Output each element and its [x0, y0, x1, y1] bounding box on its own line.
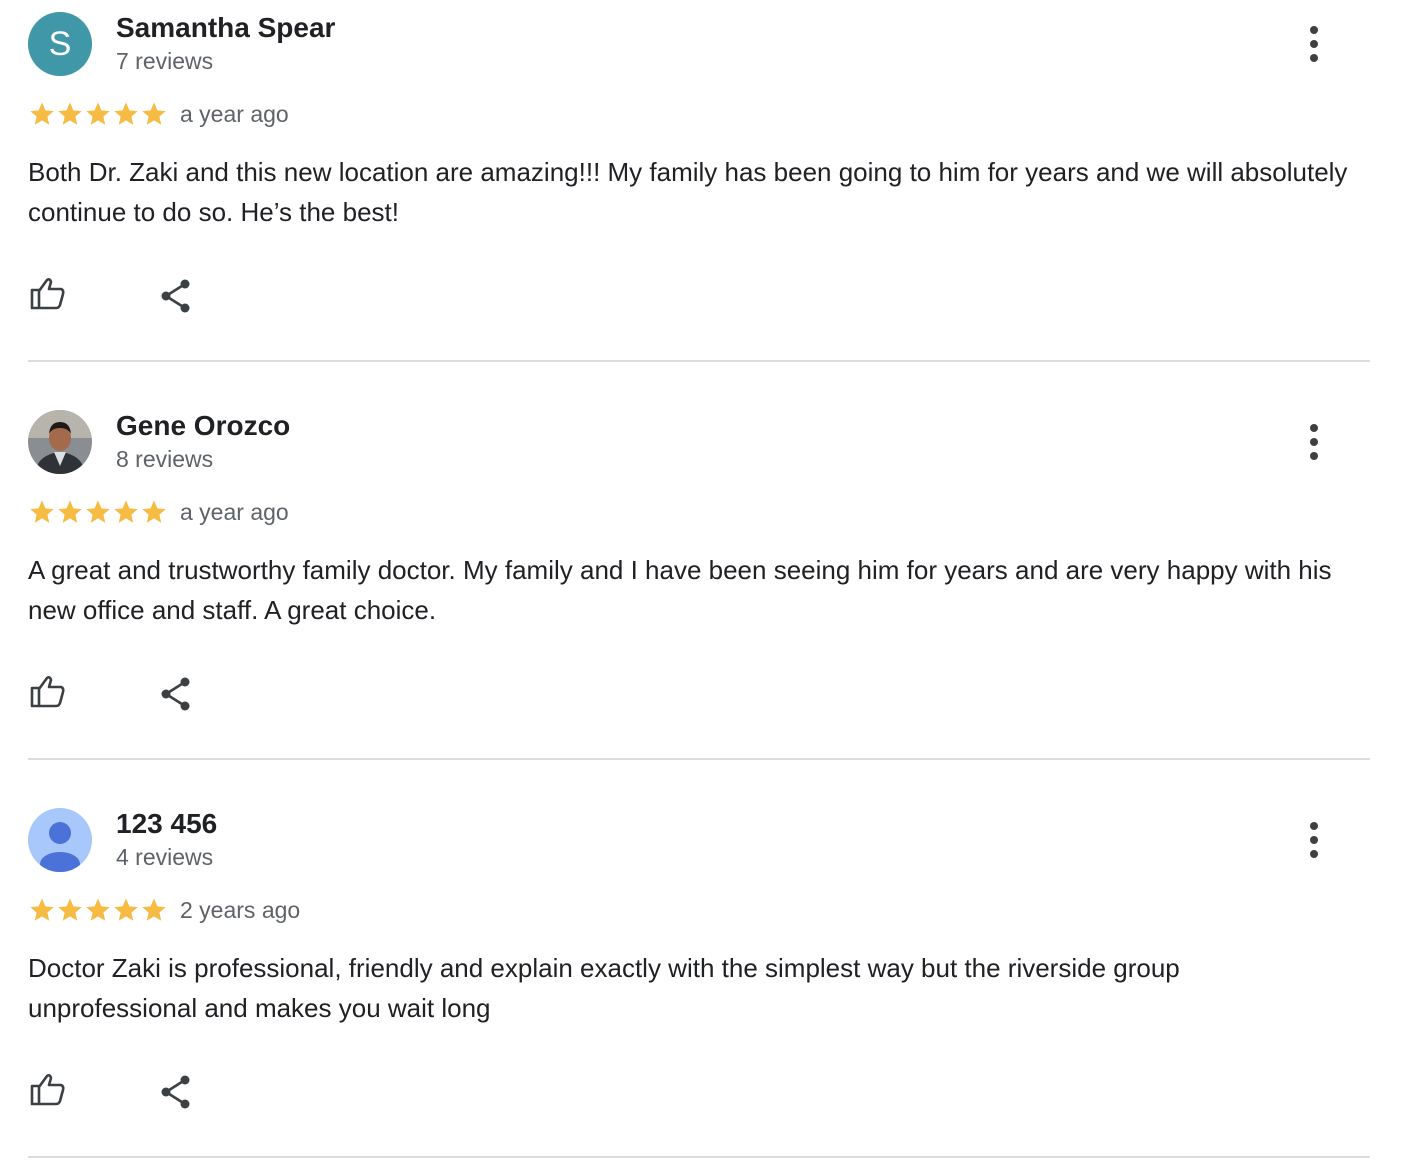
- more-vert-icon: [1310, 822, 1318, 830]
- star-icon: [30, 102, 54, 125]
- star-icon: [86, 102, 110, 125]
- thumbs-up-icon: [30, 278, 65, 310]
- star-icon: [86, 898, 110, 921]
- like-button[interactable]: [28, 672, 68, 712]
- star-icon: [30, 898, 54, 921]
- share-icon: [161, 279, 190, 313]
- review-card: Gene Orozco 8 reviews a year ago A great…: [28, 362, 1370, 760]
- review-text: Both Dr. Zaki and this new location are …: [28, 157, 1348, 227]
- more-vert-icon: [1310, 26, 1318, 34]
- review-card: S Samantha Spear 7 reviews a year ago Bo…: [28, 0, 1370, 362]
- avatar-letter: S: [48, 24, 72, 63]
- like-button[interactable]: [28, 1070, 68, 1110]
- reviewer-name[interactable]: 123 456: [116, 808, 217, 840]
- avatar[interactable]: [28, 410, 92, 474]
- star-icon: [114, 102, 138, 125]
- star-rating: [28, 100, 168, 128]
- share-button[interactable]: [156, 674, 196, 714]
- star-icon: [142, 898, 166, 921]
- review-date: 2 years ago: [180, 897, 301, 923]
- share-icon: [161, 677, 190, 711]
- review-date: a year ago: [180, 499, 289, 525]
- avatar[interactable]: S: [28, 12, 92, 76]
- more-options-button[interactable]: [1296, 22, 1332, 66]
- star-rating: [28, 896, 168, 924]
- like-button[interactable]: [28, 274, 68, 314]
- review-count[interactable]: 8 reviews: [116, 446, 213, 473]
- star-icon: [114, 500, 138, 523]
- avatar[interactable]: [28, 808, 92, 872]
- reviewer-name[interactable]: Samantha Spear: [116, 12, 335, 44]
- review-date: a year ago: [180, 101, 289, 127]
- share-icon: [161, 1075, 190, 1109]
- review-card: 123 456 4 reviews 2 years ago Doctor Zak…: [28, 760, 1370, 1158]
- share-button[interactable]: [156, 276, 196, 316]
- thumbs-up-icon: [30, 1074, 65, 1106]
- star-icon: [114, 898, 138, 921]
- review-text: A great and trustworthy family doctor. M…: [28, 555, 1332, 625]
- share-button[interactable]: [156, 1072, 196, 1112]
- more-options-button[interactable]: [1296, 818, 1332, 862]
- star-icon: [58, 500, 82, 523]
- reviewer-name[interactable]: Gene Orozco: [116, 410, 290, 442]
- star-icon: [58, 102, 82, 125]
- review-text: Doctor Zaki is professional, friendly an…: [28, 953, 1180, 1023]
- star-icon: [58, 898, 82, 921]
- more-vert-icon: [1310, 424, 1318, 432]
- star-icon: [86, 500, 110, 523]
- star-rating: [28, 498, 168, 526]
- review-count[interactable]: 7 reviews: [116, 48, 213, 75]
- review-count[interactable]: 4 reviews: [116, 844, 213, 871]
- profile-photo: [28, 410, 92, 474]
- thumbs-up-icon: [30, 676, 65, 708]
- default-user-icon: [28, 808, 92, 872]
- star-icon: [142, 500, 166, 523]
- star-icon: [30, 500, 54, 523]
- star-icon: [142, 102, 166, 125]
- more-options-button[interactable]: [1296, 420, 1332, 464]
